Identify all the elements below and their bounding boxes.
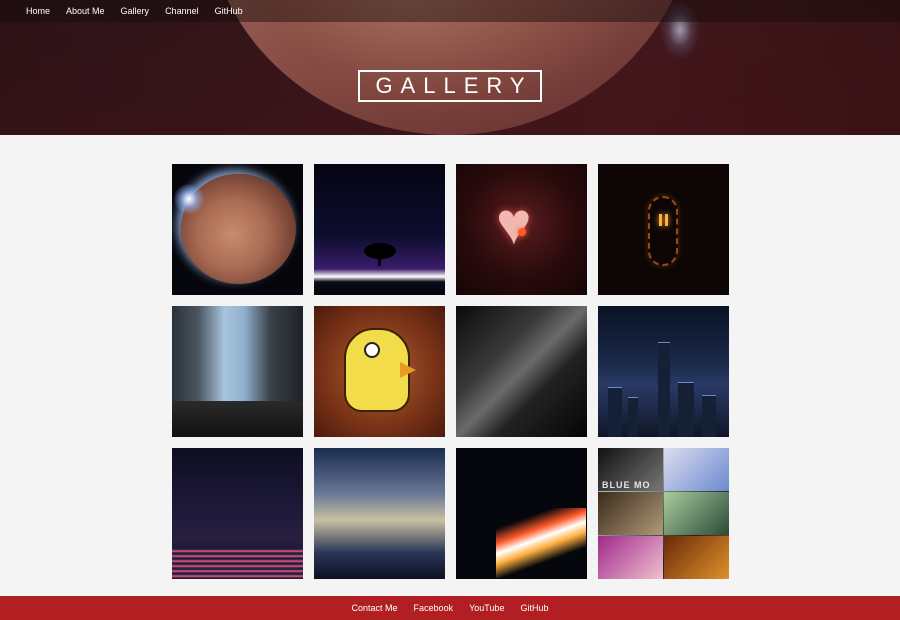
filament-left bbox=[659, 214, 662, 226]
star-flare bbox=[174, 184, 204, 214]
music-heart-image: ♥ bbox=[496, 190, 532, 257]
collage-panel bbox=[664, 492, 729, 535]
nav-gallery[interactable]: Gallery bbox=[121, 0, 150, 22]
footer-contact-me[interactable]: Contact Me bbox=[352, 603, 398, 613]
nav-home[interactable]: Home bbox=[26, 0, 50, 22]
music-eye bbox=[518, 228, 526, 236]
footer-github[interactable]: GitHub bbox=[520, 603, 548, 613]
page-title: GALLERY bbox=[358, 70, 542, 102]
gallery-item-bulb[interactable] bbox=[598, 164, 729, 295]
filament-right bbox=[665, 214, 668, 226]
building bbox=[628, 397, 638, 437]
hong-kong-skyline-image bbox=[658, 342, 670, 437]
gallery-item-traffic[interactable] bbox=[456, 448, 587, 579]
gallery-item-harbor-night[interactable] bbox=[172, 448, 303, 579]
gallery-item-bird[interactable] bbox=[314, 306, 445, 437]
bird-eye bbox=[364, 342, 380, 358]
lightbulb-image bbox=[648, 196, 678, 266]
nav-about-me[interactable]: About Me bbox=[66, 0, 105, 22]
gallery-item-music[interactable]: ♥ bbox=[456, 164, 587, 295]
collage-image: BLUE MO bbox=[602, 480, 651, 490]
collage-panel bbox=[598, 492, 663, 535]
gallery-item-collage[interactable]: BLUE MO bbox=[598, 448, 729, 579]
harbor-night-image bbox=[172, 548, 303, 579]
nav-github[interactable]: GitHub bbox=[215, 0, 243, 22]
gallery-item-hk-skyline[interactable] bbox=[598, 306, 729, 437]
footer: Contact Me Facebook YouTube GitHub bbox=[0, 596, 900, 620]
gallery-item-piano[interactable] bbox=[456, 306, 587, 437]
gallery-item-tree[interactable] bbox=[314, 164, 445, 295]
nav-channel[interactable]: Channel bbox=[165, 0, 199, 22]
gallery-grid: ♥ BLUE MO bbox=[172, 164, 729, 579]
footer-facebook[interactable]: Facebook bbox=[414, 603, 454, 613]
gallery-item-cloudy-harbor[interactable] bbox=[314, 448, 445, 579]
gallery-item-city-street[interactable] bbox=[172, 306, 303, 437]
tree-trunk bbox=[378, 254, 381, 266]
traffic-lights-image bbox=[496, 508, 586, 578]
building bbox=[608, 387, 622, 437]
collage-panel bbox=[664, 448, 729, 491]
building bbox=[702, 395, 716, 437]
gallery-item-planet[interactable] bbox=[172, 164, 303, 295]
bird-beak bbox=[400, 362, 416, 378]
collage-panel bbox=[664, 536, 729, 579]
footer-youtube[interactable]: YouTube bbox=[469, 603, 504, 613]
building bbox=[678, 382, 694, 437]
city-street-image bbox=[172, 401, 303, 437]
top-nav: Home About Me Gallery Channel GitHub bbox=[0, 0, 900, 22]
collage-panel bbox=[598, 536, 663, 579]
